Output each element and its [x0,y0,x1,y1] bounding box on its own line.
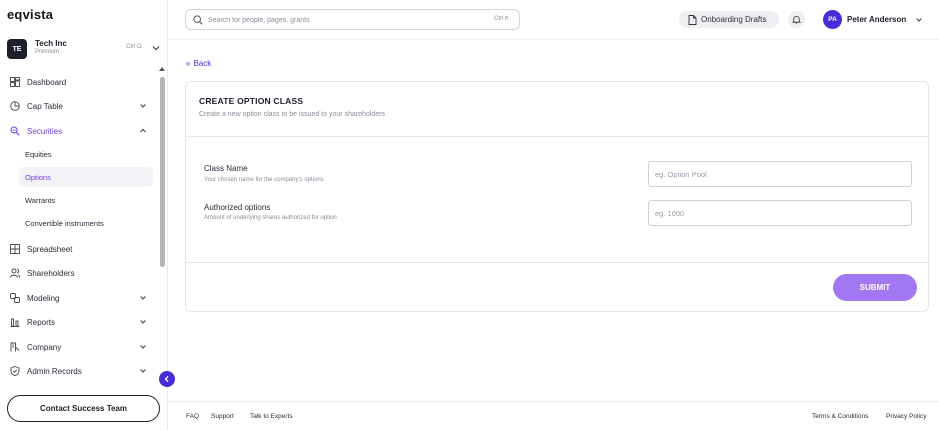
user-avatar[interactable]: PA [823,10,842,29]
onboarding-drafts-label: Onboarding Drafts [701,15,767,24]
grid-icon [10,244,20,254]
user-name[interactable]: Peter Anderson [847,15,906,24]
pie-chart-icon [10,101,20,111]
sidebar-item-label: Modeling [27,293,60,303]
company-shortcut: Ctrl O [126,44,142,50]
chevron-down-icon [140,369,146,373]
authorized-options-help: Amount of underlying shares authorized f… [204,215,337,221]
submit-button[interactable]: SUBMIT [833,274,917,301]
search-icon [193,15,203,25]
sidebar-subitem-convertible-instruments[interactable]: Convertible instruments [19,213,153,233]
card-title: CREATE OPTION CLASS [199,96,304,106]
sidebar-subitem-label: Convertible instruments [25,218,104,228]
class-name-label: Class Name [204,164,248,173]
sidebar-item-shareholders[interactable]: Shareholders [4,262,156,284]
dashboard-icon [10,77,20,87]
search-box[interactable]: Ctrl K [185,9,520,30]
sidebar-subitem-label: Warrants [25,195,56,205]
scroll-up-arrow[interactable] [159,67,165,71]
bell-icon [792,15,801,24]
footer-link-support[interactable]: Support [211,413,234,420]
chevron-down-icon [140,296,146,300]
company-name: Tech Inc [35,39,67,48]
card-divider [186,262,928,263]
sidebar-item-label: Shareholders [27,268,75,278]
sidebar-item-reports[interactable]: Reports [4,311,156,333]
class-name-help: Your chosen name for the company's optio… [204,177,324,183]
card-header: CREATE OPTION CLASS Create a new option … [186,82,928,137]
sidebar-subitem-equities[interactable]: Equities [19,144,153,164]
back-label: Back [193,59,212,68]
contact-success-team-button[interactable]: Contact Success Team [7,395,160,422]
eqvista-logo[interactable]: eqvista [7,7,53,22]
footer-link-faq[interactable]: FAQ [186,413,199,420]
sidebar-item-label: Admin Records [27,366,82,376]
company-plan: Premium [35,49,60,55]
company-switcher[interactable]: TE Tech Inc Premium Ctrl O [0,34,167,64]
document-icon [688,15,697,25]
securities-icon [10,126,20,136]
sidebar-item-admin-records[interactable]: Admin Records [4,360,156,382]
search-shortcut: Ctrl K [494,16,509,22]
back-link[interactable]: « Back [186,59,211,68]
sidebar-item-label: Company [27,342,62,352]
chevron-down-icon[interactable] [915,16,923,24]
authorized-options-input[interactable] [648,200,912,226]
collapse-sidebar-button[interactable] [159,371,175,387]
users-icon [10,268,20,278]
modeling-icon [10,293,20,303]
sidebar-item-cap-table[interactable]: Cap Table [4,95,156,117]
chevron-left-icon [164,376,169,382]
footer: FAQ Support Talk to Experts Terms & Cond… [168,401,939,430]
sidebar-item-modeling[interactable]: Modeling [4,287,156,309]
sidebar-item-securities[interactable]: Securities [4,120,156,142]
sidebar-item-label: Dashboard [27,77,67,87]
sidebar-item-company[interactable]: Company [4,336,156,358]
sidebar-item-label: Reports [27,317,56,327]
sidebar-item-spreadsheet[interactable]: Spreadsheet [4,238,156,260]
authorized-options-label: Authorized options [204,203,271,212]
card-subtitle: Create a new option class to be issued t… [199,111,385,118]
sidebar-subitem-label: Equities [25,149,52,159]
sidebar-item-dashboard[interactable]: Dashboard [4,71,156,93]
sidebar: eqvista TE Tech Inc Premium Ctrl O Dashb… [0,0,168,430]
footer-link-terms[interactable]: Terms & Conditions [812,413,868,420]
onboarding-drafts-button[interactable]: Onboarding Drafts [679,11,779,28]
chevron-down-icon [140,104,146,108]
chevron-down-icon [140,320,146,324]
company-icon [10,342,20,352]
bar-chart-icon [10,318,20,327]
class-name-input[interactable] [648,161,912,187]
sidebar-scrollbar[interactable] [160,77,165,267]
chevron-up-icon [140,128,146,133]
footer-link-talk-to-experts[interactable]: Talk to Experts [250,413,293,420]
notifications-button[interactable] [788,11,805,28]
chevron-down-icon [140,345,146,349]
sidebar-subitem-options[interactable]: Options [19,167,153,187]
footer-link-privacy[interactable]: Privacy Policy [886,413,926,420]
shield-icon [10,366,20,376]
sidebar-subitem-label: Options [25,172,51,182]
sidebar-item-label: Securities [27,126,63,136]
sidebar-subitem-warrants[interactable]: Warrants [19,190,153,210]
sidebar-item-label: Spreadsheet [27,244,73,254]
company-avatar: TE [7,39,27,59]
top-bar: Ctrl K Onboarding Drafts PA Peter Anders… [168,0,939,40]
sidebar-item-label: Cap Table [27,101,63,111]
double-chevron-left-icon: « [186,59,191,68]
search-input[interactable] [208,13,468,27]
app-root: eqvista TE Tech Inc Premium Ctrl O Dashb… [0,0,939,430]
chevron-down-icon [152,46,160,51]
create-option-class-card: CREATE OPTION CLASS Create a new option … [185,81,929,312]
